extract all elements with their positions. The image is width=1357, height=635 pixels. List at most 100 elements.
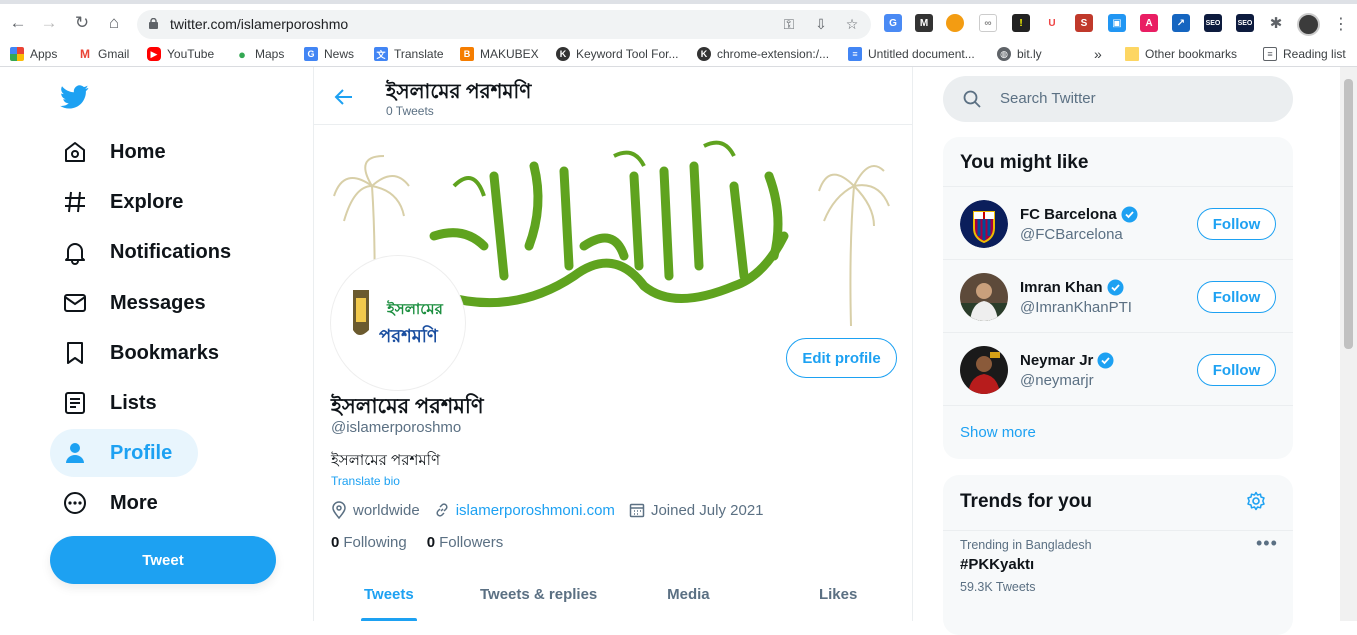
tab-tweets[interactable]: Tweets <box>314 574 464 621</box>
blogger-icon: B <box>460 47 474 61</box>
edit-profile-button[interactable]: Edit profile <box>786 338 897 378</box>
k-icon: K <box>556 47 570 61</box>
tab-media[interactable]: Media <box>614 574 764 621</box>
nav-profile[interactable]: Profile <box>50 429 198 477</box>
follow-button[interactable]: Follow <box>1197 354 1276 386</box>
page-scrollbar[interactable] <box>1340 67 1357 621</box>
forward-icon[interactable]: → <box>38 12 60 34</box>
bookmark-chrome-extension[interactable]: Kchrome-extension:/... <box>697 45 829 63</box>
home-icon <box>62 139 88 165</box>
install-icon[interactable]: ⇩ <box>812 16 830 34</box>
seo-ext-icon-2[interactable]: SEO <box>1236 14 1254 32</box>
nav-home[interactable]: Home <box>50 128 178 176</box>
nav-notifications[interactable]: Notifications <box>50 228 243 276</box>
scrollbar-thumb[interactable] <box>1344 79 1353 349</box>
bookmarks-bar: Apps M Gmail ▶ YouTube ● Maps G News 文 Transl… <box>0 41 1357 67</box>
followers-link[interactable]: 0 Followers <box>427 534 504 551</box>
translate-ext-icon[interactable]: G <box>884 14 902 32</box>
chart-ext-icon[interactable]: ↗ <box>1172 14 1190 32</box>
star-icon[interactable]: ☆ <box>843 16 861 34</box>
bookmark-maps[interactable]: ● Maps <box>235 45 284 63</box>
tweet-button[interactable]: Tweet <box>50 536 276 584</box>
home-browser-icon[interactable]: ⌂ <box>103 12 125 34</box>
youtube-icon: ▶ <box>147 47 161 61</box>
website-link[interactable]: islamerporoshmoni.com <box>456 502 615 519</box>
shield-ext-icon[interactable]: ! <box>1012 14 1030 32</box>
m-ext-icon[interactable]: M <box>915 14 933 32</box>
address-bar[interactable]: twitter.com/islamerporoshmo ⚿ ⇩ ☆ <box>137 10 871 39</box>
settings-gear-icon[interactable] <box>1246 491 1266 511</box>
browser-avatar[interactable] <box>1297 13 1320 36</box>
who-to-follow-title: You might like <box>960 152 1089 173</box>
url-text: twitter.com/islamerporoshmo <box>170 16 349 32</box>
calendar-icon <box>629 503 645 518</box>
trend-item[interactable]: Trending in Bangladesh #PKKyaktı 59.3K T… <box>943 530 1293 600</box>
neymar-avatar <box>960 346 1008 394</box>
apps-icon <box>10 47 24 61</box>
avatar-text-top: ইসলামের <box>387 301 443 318</box>
link-ext-icon[interactable]: ∞ <box>979 14 997 32</box>
nav-lists[interactable]: Lists <box>50 379 169 427</box>
bookmark-icon <box>62 340 88 366</box>
puzzle-icon[interactable]: ✱ <box>1267 14 1285 32</box>
translate-bio-link[interactable]: Translate bio <box>331 474 400 488</box>
trend-more-icon[interactable]: ••• <box>1256 533 1278 554</box>
browser-toolbar: ← → ↻ ⌂ twitter.com/islamerporoshmo ⚿ ⇩ … <box>0 0 1357 41</box>
u-ext-icon[interactable]: U <box>1043 14 1061 32</box>
suggested-account[interactable]: FC Barcelona @FCBarcelona Follow <box>943 186 1293 259</box>
tab-tweets-replies[interactable]: Tweets & replies <box>464 574 614 621</box>
suggested-account[interactable]: Neymar Jr @neymarjr Follow <box>943 332 1293 405</box>
search-input[interactable]: Search Twitter <box>1000 90 1096 107</box>
nav-bookmarks[interactable]: Bookmarks <box>50 329 231 377</box>
follow-button[interactable]: Follow <box>1197 281 1276 313</box>
profile-tabs: Tweets Tweets & replies Media Likes <box>314 574 912 621</box>
follow-button[interactable]: Follow <box>1197 208 1276 240</box>
translate-icon: 文 <box>374 47 388 61</box>
bookmark-gmail[interactable]: M Gmail <box>78 45 129 63</box>
bookmark-translate[interactable]: 文 Translate <box>374 45 444 63</box>
tab-likes[interactable]: Likes <box>763 574 912 621</box>
hashtag-icon <box>62 189 88 215</box>
profile-meta: worldwide islamerporoshmoni.com Joined J… <box>331 501 778 519</box>
nav-messages[interactable]: Messages <box>50 279 218 327</box>
search-box[interactable]: Search Twitter <box>943 76 1293 122</box>
bookmark-apps[interactable]: Apps <box>10 45 57 63</box>
back-arrow-icon[interactable] <box>332 85 356 109</box>
show-more-link[interactable]: Show more <box>960 424 1036 441</box>
right-sidebar: Search Twitter You might like FC Barcelo… <box>943 67 1293 635</box>
following-link[interactable]: 0 Following <box>331 534 407 551</box>
envelope-icon <box>62 290 88 316</box>
lock-icon <box>149 18 158 29</box>
gmail-icon: M <box>78 47 92 61</box>
reload-icon[interactable]: ↻ <box>71 12 93 34</box>
back-icon[interactable]: ← <box>7 12 29 34</box>
nav-explore[interactable]: Explore <box>50 178 195 226</box>
bookmark-makubex[interactable]: B MAKUBEX <box>460 45 539 63</box>
reading-list[interactable]: ≡ Reading list <box>1263 45 1346 63</box>
bookmark-news[interactable]: G News <box>304 45 354 63</box>
nav-more[interactable]: More <box>50 479 170 527</box>
trends-title: Trends for you <box>960 491 1092 512</box>
verified-badge-icon <box>1107 279 1124 296</box>
bookmarks-overflow[interactable]: » <box>1094 45 1102 63</box>
profile-handle: @islamerporoshmo <box>331 419 462 436</box>
bookmark-keyword-tool[interactable]: K Keyword Tool For... <box>556 45 679 63</box>
seo-ext-icon[interactable]: SEO <box>1204 14 1222 32</box>
location: worldwide <box>331 501 420 519</box>
browser-menu-icon[interactable]: ⋮ <box>1333 14 1349 34</box>
twitter-logo-icon[interactable] <box>60 85 89 109</box>
box-ext-icon[interactable]: ▣ <box>1108 14 1126 32</box>
bookmark-youtube[interactable]: ▶ YouTube <box>147 45 214 63</box>
bookmark-bitly[interactable]: ◍ bit.ly <box>997 45 1042 63</box>
profile-avatar[interactable]: ইসলামের পরশমণি <box>331 256 465 390</box>
fc-barcelona-avatar <box>960 200 1008 248</box>
search-icon <box>963 90 981 108</box>
avatar-text-bottom: পরশমণি <box>379 326 438 346</box>
bookmark-other[interactable]: Other bookmarks <box>1125 45 1237 63</box>
key-icon[interactable]: ⚿ <box>780 16 798 34</box>
a-ext-icon[interactable]: A <box>1140 14 1158 32</box>
bookmark-untitled-doc[interactable]: ≡ Untitled document... <box>848 45 975 63</box>
suggested-account[interactable]: Imran Khan @ImranKhanPTI Follow <box>943 259 1293 332</box>
s-ext-icon[interactable]: S <box>1075 14 1093 32</box>
ext-icon[interactable] <box>946 14 964 32</box>
